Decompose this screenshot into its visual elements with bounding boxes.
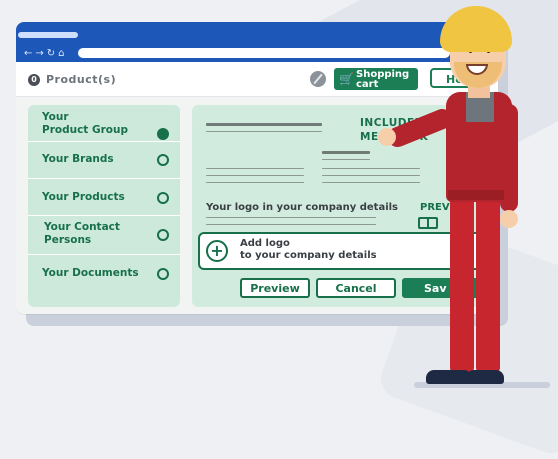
sidebar: Your Product Group Your Brands Your Prod… <box>28 105 180 307</box>
cancel-button[interactable]: Cancel <box>316 278 396 298</box>
book-icon[interactable] <box>418 217 438 229</box>
browser-nav: ←→↻⌂ <box>24 48 68 59</box>
placeholder-line <box>206 168 304 169</box>
add-logo-box[interactable]: + Add logo to your company details <box>198 232 482 270</box>
sidebar-item-label: Your Brands <box>42 153 114 165</box>
product-label: Product(s) <box>46 73 117 86</box>
step-indicator-icon <box>157 229 169 241</box>
app-toolbar: 0 Product(s) 🛒 Shopping cart He <box>16 62 498 97</box>
browser-window: ←→↻⌂ 0 Product(s) 🛒 Shopping cart He You… <box>16 22 498 314</box>
step-indicator-icon <box>157 192 169 204</box>
preview-label: PREV <box>420 202 450 213</box>
sidebar-item-label: Your Documents <box>42 267 139 279</box>
placeholder-line <box>206 175 304 176</box>
cart-icon: 🛒 <box>339 72 354 86</box>
character-leg <box>450 196 474 372</box>
sidebar-item-label: Your Contact Persons <box>44 221 120 246</box>
sidebar-item-contact-persons[interactable]: Your Contact Persons <box>28 216 180 255</box>
placeholder-line <box>206 224 376 225</box>
character-hand <box>378 128 396 146</box>
placeholder-line <box>322 151 370 154</box>
cart-label: Shopping cart <box>356 69 410 90</box>
placeholder-line <box>322 168 420 169</box>
back-arrow-icon[interactable]: ← <box>24 48 35 59</box>
character-shoe <box>466 370 504 384</box>
step-indicator-icon <box>157 154 169 166</box>
address-bar[interactable] <box>78 48 450 58</box>
shopping-cart-button[interactable]: 🛒 Shopping cart <box>334 68 418 90</box>
step-indicator-icon <box>157 268 169 280</box>
character-belt <box>448 190 504 200</box>
logo-heading: Your logo in your company details <box>206 202 399 213</box>
step-indicator-icon <box>157 128 169 140</box>
sidebar-item-documents[interactable]: Your Documents <box>28 255 180 291</box>
product-icon: 0 <box>28 74 40 86</box>
placeholder-line <box>206 182 304 183</box>
sidebar-item-brands[interactable]: Your Brands <box>28 142 180 179</box>
pen-icon[interactable] <box>310 71 326 87</box>
placeholder-line <box>322 182 420 183</box>
refresh-icon[interactable]: ↻ <box>47 48 58 59</box>
placeholder-line <box>206 123 322 126</box>
add-logo-text: Add logo to your company details <box>240 238 377 261</box>
placeholder-line <box>322 175 420 176</box>
browser-tab[interactable] <box>18 32 78 38</box>
browser-chrome: ←→↻⌂ <box>16 22 498 62</box>
placeholder-line <box>206 131 322 132</box>
sidebar-item-product-group[interactable]: Your Product Group <box>28 105 180 142</box>
preview-button[interactable]: Preview <box>240 278 310 298</box>
plus-icon[interactable]: + <box>206 240 228 262</box>
placeholder-line <box>206 217 376 218</box>
sidebar-item-products[interactable]: Your Products <box>28 179 180 216</box>
forward-arrow-icon[interactable]: → <box>35 48 46 59</box>
sidebar-item-label: Your Product Group <box>42 111 128 136</box>
character-hand <box>500 210 518 228</box>
home-icon[interactable]: ⌂ <box>58 48 67 59</box>
placeholder-line <box>322 159 370 160</box>
character-leg <box>476 196 500 372</box>
sidebar-item-label: Your Products <box>42 191 125 203</box>
